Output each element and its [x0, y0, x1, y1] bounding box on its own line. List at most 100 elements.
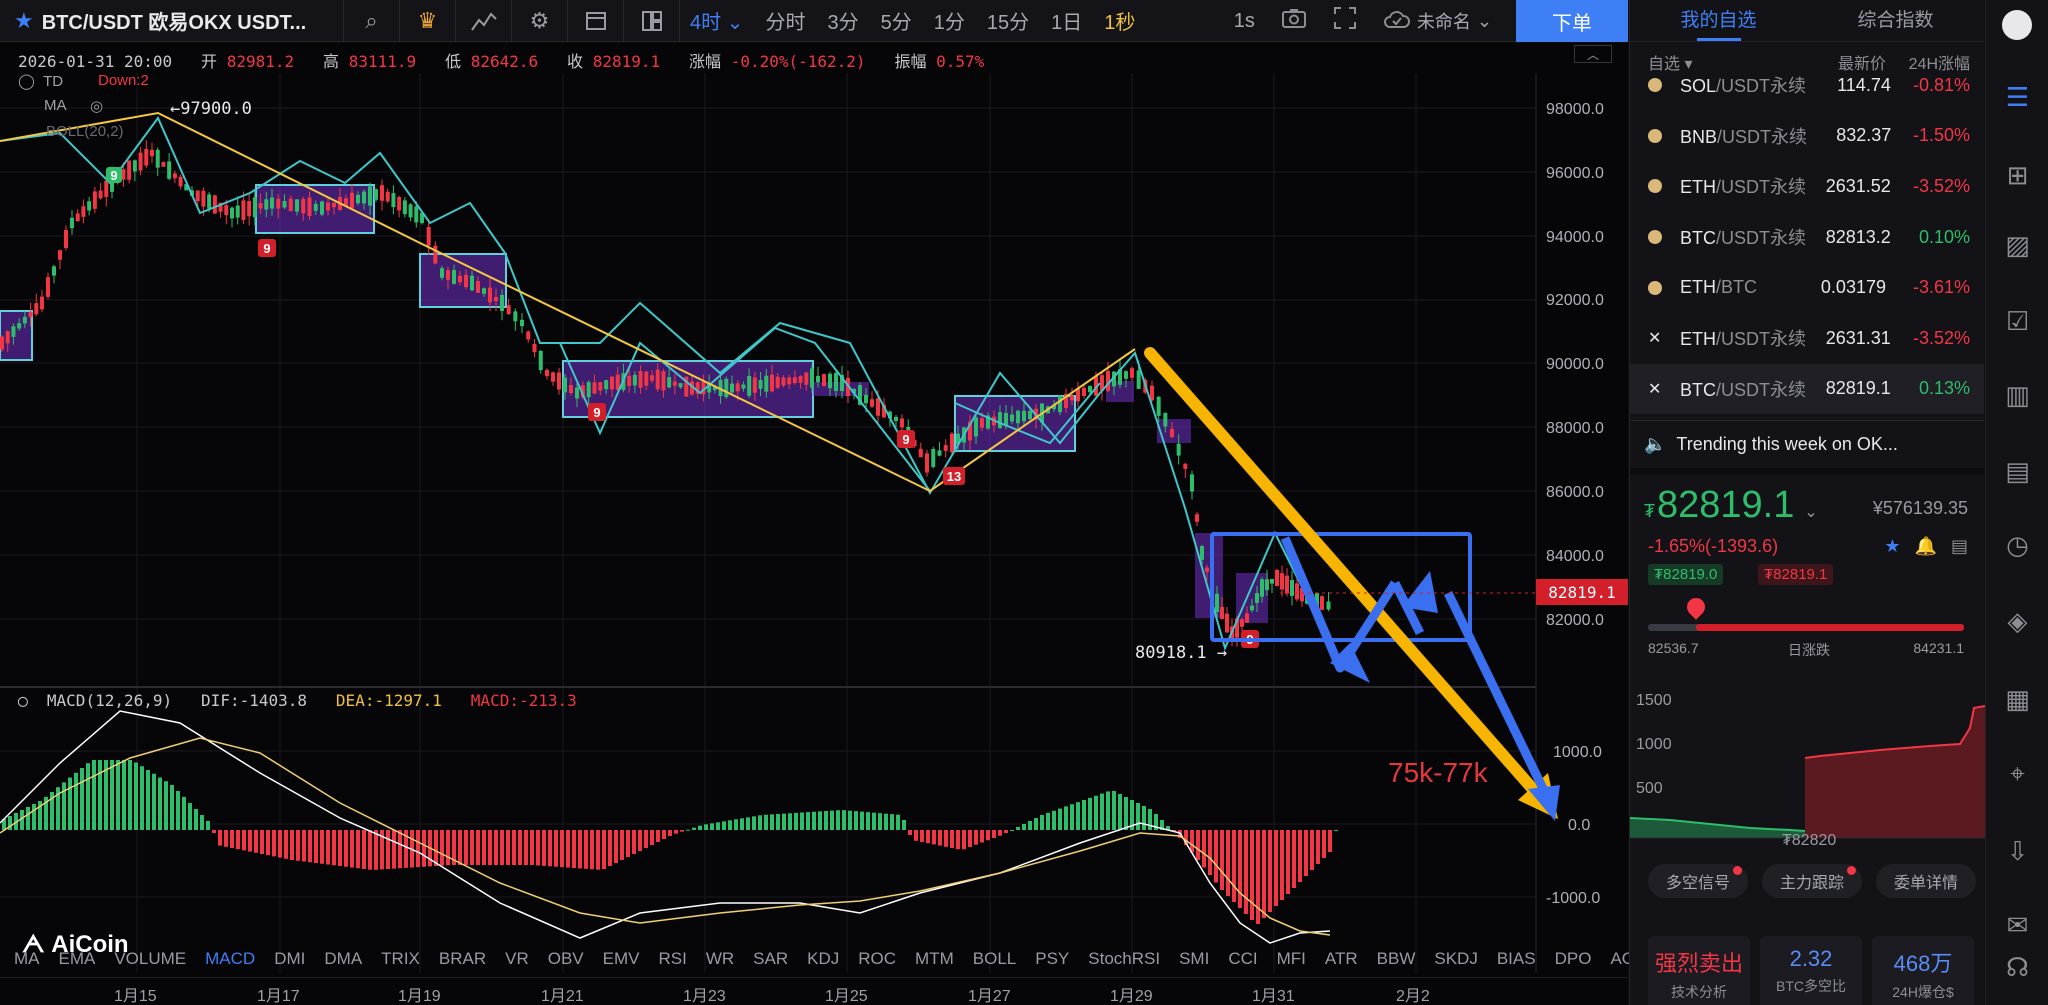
- camera-icon[interactable]: [1281, 7, 1307, 35]
- fullscreen-icon[interactable]: [1333, 6, 1357, 36]
- coin-icon: [1648, 128, 1662, 143]
- timeframe-1d[interactable]: 1日: [1051, 6, 1082, 35]
- indicator-tab[interactable]: StochRSI: [1088, 949, 1160, 969]
- watchlist-row[interactable]: BTC/USDT永续 82813.2 0.10%: [1630, 212, 1984, 263]
- indicator-tab[interactable]: OBV: [548, 949, 584, 969]
- clock-icon[interactable]: ◷: [1986, 530, 2048, 561]
- indicator-tab[interactable]: VOLUME: [114, 949, 186, 969]
- eye-hidden-icon[interactable]: ◎: [90, 97, 103, 115]
- indicator-tab[interactable]: PSY: [1035, 949, 1069, 969]
- indicator-tab[interactable]: SAR: [753, 949, 788, 969]
- chart-area[interactable]: 98000.0 96000.0 94000.0 92000.0 90000.0 …: [0, 43, 1714, 1005]
- indicator-tab[interactable]: RSI: [659, 949, 687, 969]
- trending-banner[interactable]: 🔈 Trending this week on OK...: [1630, 420, 1984, 475]
- indicator-tab[interactable]: MTM: [915, 949, 954, 969]
- ma-indicator-label[interactable]: MA: [44, 97, 67, 114]
- indicator-tab[interactable]: SMI: [1179, 949, 1209, 969]
- indicator-tab[interactable]: MACD: [205, 949, 255, 969]
- chart-analysis-icon[interactable]: ▨: [1986, 230, 2048, 261]
- timeframe-5m[interactable]: 5分: [881, 6, 912, 35]
- favorite-star-icon[interactable]: ★: [1884, 536, 1900, 557]
- timeframe-tick[interactable]: 分时: [765, 6, 805, 35]
- boll-indicator-label[interactable]: BOLL(20,2): [46, 123, 124, 140]
- indicator-tab[interactable]: BOLL: [973, 949, 1016, 969]
- last-price-tag: 82819.1: [1536, 579, 1628, 605]
- crown-icon[interactable]: ♛: [400, 0, 456, 42]
- indicator-tab[interactable]: MFI: [1277, 949, 1306, 969]
- timeframe-1m[interactable]: 1分: [934, 6, 965, 35]
- depth-chart[interactable]: [1630, 668, 1985, 848]
- settings-gear-icon[interactable]: ⚙: [512, 0, 568, 42]
- pin-check-icon[interactable]: ⌖: [1986, 758, 2048, 790]
- tab-my-watchlist[interactable]: 我的自选: [1630, 0, 1807, 41]
- candle-body: [1163, 412, 1168, 427]
- indicator-tab[interactable]: ATR: [1325, 949, 1358, 969]
- td-indicator-label[interactable]: ◯ TD: [18, 72, 63, 90]
- indicator-tab[interactable]: ROC: [858, 949, 896, 969]
- whale-tracking-button[interactable]: 主力跟踪: [1762, 864, 1862, 898]
- checklist-icon[interactable]: ☑: [1986, 306, 2048, 337]
- indicator-tab[interactable]: EMA: [59, 949, 96, 969]
- timeframe-4h[interactable]: 4时 ⌄: [690, 6, 743, 35]
- long-short-signal-button[interactable]: 多空信号: [1648, 864, 1748, 898]
- calculator-icon[interactable]: ▤: [1951, 536, 1968, 557]
- macd-bar: [1250, 830, 1254, 920]
- candle-body: [494, 296, 498, 302]
- tab-composite-index[interactable]: 综合指数: [1807, 0, 1984, 41]
- headset-icon[interactable]: ☊: [1986, 952, 2048, 983]
- indicator-tab[interactable]: KDJ: [807, 949, 839, 969]
- long-short-ratio-card[interactable]: 2.32 BTC多空比: [1760, 936, 1862, 1005]
- watchlist-row[interactable]: BNB/USDT永续 832.37 -1.50%: [1630, 111, 1984, 162]
- search-icon[interactable]: ⌕: [344, 0, 400, 42]
- watchlist-row[interactable]: ✕ BTC/USDT永续 82819.1 0.13%: [1630, 363, 1984, 415]
- favorite-star-icon[interactable]: ★: [14, 8, 34, 34]
- tech-analysis-card[interactable]: 强烈卖出 技术分析: [1648, 936, 1750, 1005]
- download-icon[interactable]: ⇩: [1986, 836, 2048, 867]
- alert-bell-icon[interactable]: 🔔: [1915, 536, 1937, 557]
- indicator-tab[interactable]: VR: [505, 949, 529, 969]
- chart-canvas[interactable]: 98000.0 96000.0 94000.0 92000.0 90000.0 …: [0, 43, 1628, 1005]
- indicator-tab[interactable]: DMA: [324, 949, 362, 969]
- indicator-tab[interactable]: WR: [706, 949, 734, 969]
- col-last-price[interactable]: 最新价: [1802, 50, 1886, 74]
- indicator-tab[interactable]: TRIX: [381, 949, 420, 969]
- col-24h-change[interactable]: 24H涨幅: [1886, 50, 1970, 74]
- layout-icon[interactable]: [624, 0, 680, 42]
- indicator-tab[interactable]: CCI: [1228, 949, 1257, 969]
- bar-stats-icon[interactable]: ▥: [1986, 380, 2048, 411]
- liquidation-card[interactable]: 468万 24H爆仓$: [1872, 936, 1974, 1005]
- indicator-icon[interactable]: [456, 0, 512, 42]
- chat-icon[interactable]: ✉: [1986, 910, 2048, 941]
- watchlist-icon[interactable]: ☰: [1986, 82, 2048, 113]
- indicator-tab[interactable]: BRAR: [439, 949, 486, 969]
- timeframe-15m[interactable]: 15分: [987, 6, 1029, 35]
- indicator-tab[interactable]: BBW: [1377, 949, 1416, 969]
- trade-buy-icon[interactable]: ⊞: [1986, 160, 2048, 191]
- watchlist-row[interactable]: ETH/BTC 0.03179 -3.61%: [1630, 262, 1984, 313]
- avatar[interactable]: [2002, 10, 2032, 40]
- order-details-button[interactable]: 委单详情: [1876, 864, 1976, 898]
- place-order-button[interactable]: 下单: [1516, 0, 1628, 42]
- indicator-tab[interactable]: DPO: [1555, 949, 1592, 969]
- timeframe-3m[interactable]: 3分: [827, 6, 858, 35]
- watchlist-group-dropdown[interactable]: 自选 ▾: [1648, 50, 1802, 74]
- chevron-down-icon[interactable]: ⌄: [1804, 502, 1817, 522]
- watchlist-row[interactable]: ETH/USDT永续 2631.52 -3.52%: [1630, 161, 1984, 212]
- timeframe-1s[interactable]: 1秒: [1104, 6, 1135, 35]
- indicator-tab[interactable]: BIAS: [1497, 949, 1536, 969]
- refresh-interval[interactable]: 1s: [1234, 10, 1255, 33]
- candle-body: [864, 394, 868, 404]
- compass-icon[interactable]: ◈: [1986, 606, 2048, 637]
- news-icon[interactable]: ▤: [1986, 456, 2048, 487]
- indicator-tab[interactable]: DMI: [274, 949, 305, 969]
- template-icon[interactable]: [568, 0, 624, 42]
- indicator-tab[interactable]: MA: [14, 949, 40, 969]
- calendar-icon[interactable]: ▦: [1986, 684, 2048, 715]
- indicator-tab[interactable]: SKDJ: [1434, 949, 1477, 969]
- macd-bar: [806, 812, 810, 830]
- symbol-selector[interactable]: ★ BTC/USDT 欧易OKX USDT...: [0, 0, 344, 41]
- collapse-chevron-icon[interactable]: ︿: [1574, 45, 1612, 63]
- watchlist-row[interactable]: ✕ ETH/USDT永续 2631.31 -3.52%: [1630, 313, 1984, 364]
- layout-name-dropdown[interactable]: 未命名 ⌄: [1383, 8, 1492, 34]
- indicator-tab[interactable]: EMV: [603, 949, 640, 969]
